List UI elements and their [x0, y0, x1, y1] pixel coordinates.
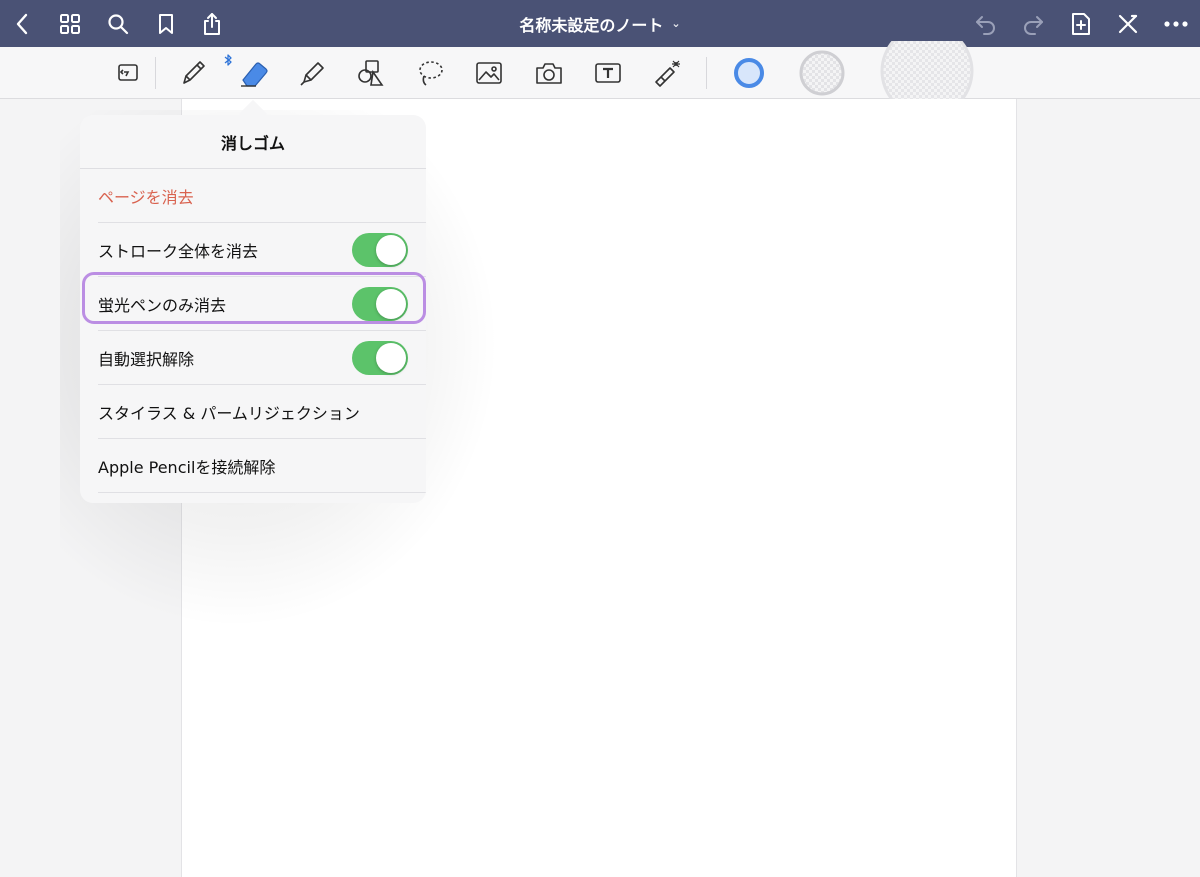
highlighter-icon[interactable] [292, 55, 332, 91]
toolbar-divider [155, 57, 156, 89]
stylus-palm-rejection-button[interactable]: スタイラス & パームリジェクション [98, 385, 426, 439]
image-icon[interactable] [469, 55, 509, 91]
menu-item-label: 蛍光ペンのみ消去 [98, 295, 227, 315]
add-page-icon[interactable] [1061, 0, 1101, 47]
menu-item-label: ページを消去 [98, 187, 194, 207]
eraser-size-large[interactable] [877, 41, 977, 99]
eraser-color-swatch[interactable] [733, 57, 765, 89]
more-icon[interactable] [1156, 0, 1196, 47]
auto-deselect-toggle[interactable] [352, 340, 408, 375]
shapes-icon[interactable] [350, 55, 390, 91]
toggle-knob [376, 234, 406, 265]
auto-deselect-row: 自動選択解除 [98, 331, 426, 385]
eraser-options-popover: 消しゴム ページを消去 ストローク全体を消去 蛍光ペンのみ消去 自動選択解除 ス… [80, 115, 426, 503]
lasso-icon[interactable] [410, 55, 450, 91]
undo-icon[interactable] [966, 0, 1006, 47]
popover-title: 消しゴム [80, 115, 426, 169]
erase-entire-stroke-toggle[interactable] [352, 232, 408, 267]
close-pen-icon[interactable] [1108, 0, 1148, 47]
clear-page-button[interactable]: ページを消去 [98, 169, 426, 223]
navigation-bar: 名称未設定のノート ⌄ [0, 0, 1200, 47]
laser-pointer-icon[interactable] [648, 55, 688, 91]
menu-item-label: スタイラス & パームリジェクション [98, 403, 360, 423]
bookmark-icon[interactable] [146, 0, 186, 47]
toolbar-divider [706, 57, 707, 89]
bluetooth-icon [224, 54, 232, 66]
menu-item-label: 自動選択解除 [98, 349, 195, 369]
share-icon[interactable] [192, 0, 232, 47]
toggle-knob [376, 288, 406, 319]
read-mode-icon[interactable] [108, 55, 148, 91]
tool-bar [0, 41, 1200, 99]
toggle-knob [376, 342, 406, 373]
note-title: 名称未設定のノート [519, 15, 664, 35]
note-title-button[interactable]: 名称未設定のノート ⌄ [519, 12, 680, 36]
search-icon[interactable] [98, 0, 138, 47]
menu-item-label: Apple Pencilを接続解除 [98, 457, 276, 477]
title-chevron-down-icon: ⌄ [671, 17, 681, 30]
erase-highlighter-only-toggle[interactable] [352, 286, 408, 321]
camera-icon[interactable] [529, 55, 569, 91]
eraser-icon[interactable] [233, 55, 273, 91]
erase-highlighter-only-row: 蛍光ペンのみ消去 [98, 277, 426, 331]
back-chevron-icon[interactable] [2, 0, 42, 47]
grid-icon[interactable] [50, 0, 90, 47]
redo-icon[interactable] [1013, 0, 1053, 47]
menu-item-label: ストローク全体を消去 [98, 241, 259, 261]
text-box-icon[interactable] [588, 55, 628, 91]
eraser-size-small[interactable] [797, 49, 847, 97]
disconnect-apple-pencil-button[interactable]: Apple Pencilを接続解除 [98, 439, 426, 493]
erase-entire-stroke-row: ストローク全体を消去 [98, 223, 426, 277]
pen-icon[interactable] [173, 55, 213, 91]
